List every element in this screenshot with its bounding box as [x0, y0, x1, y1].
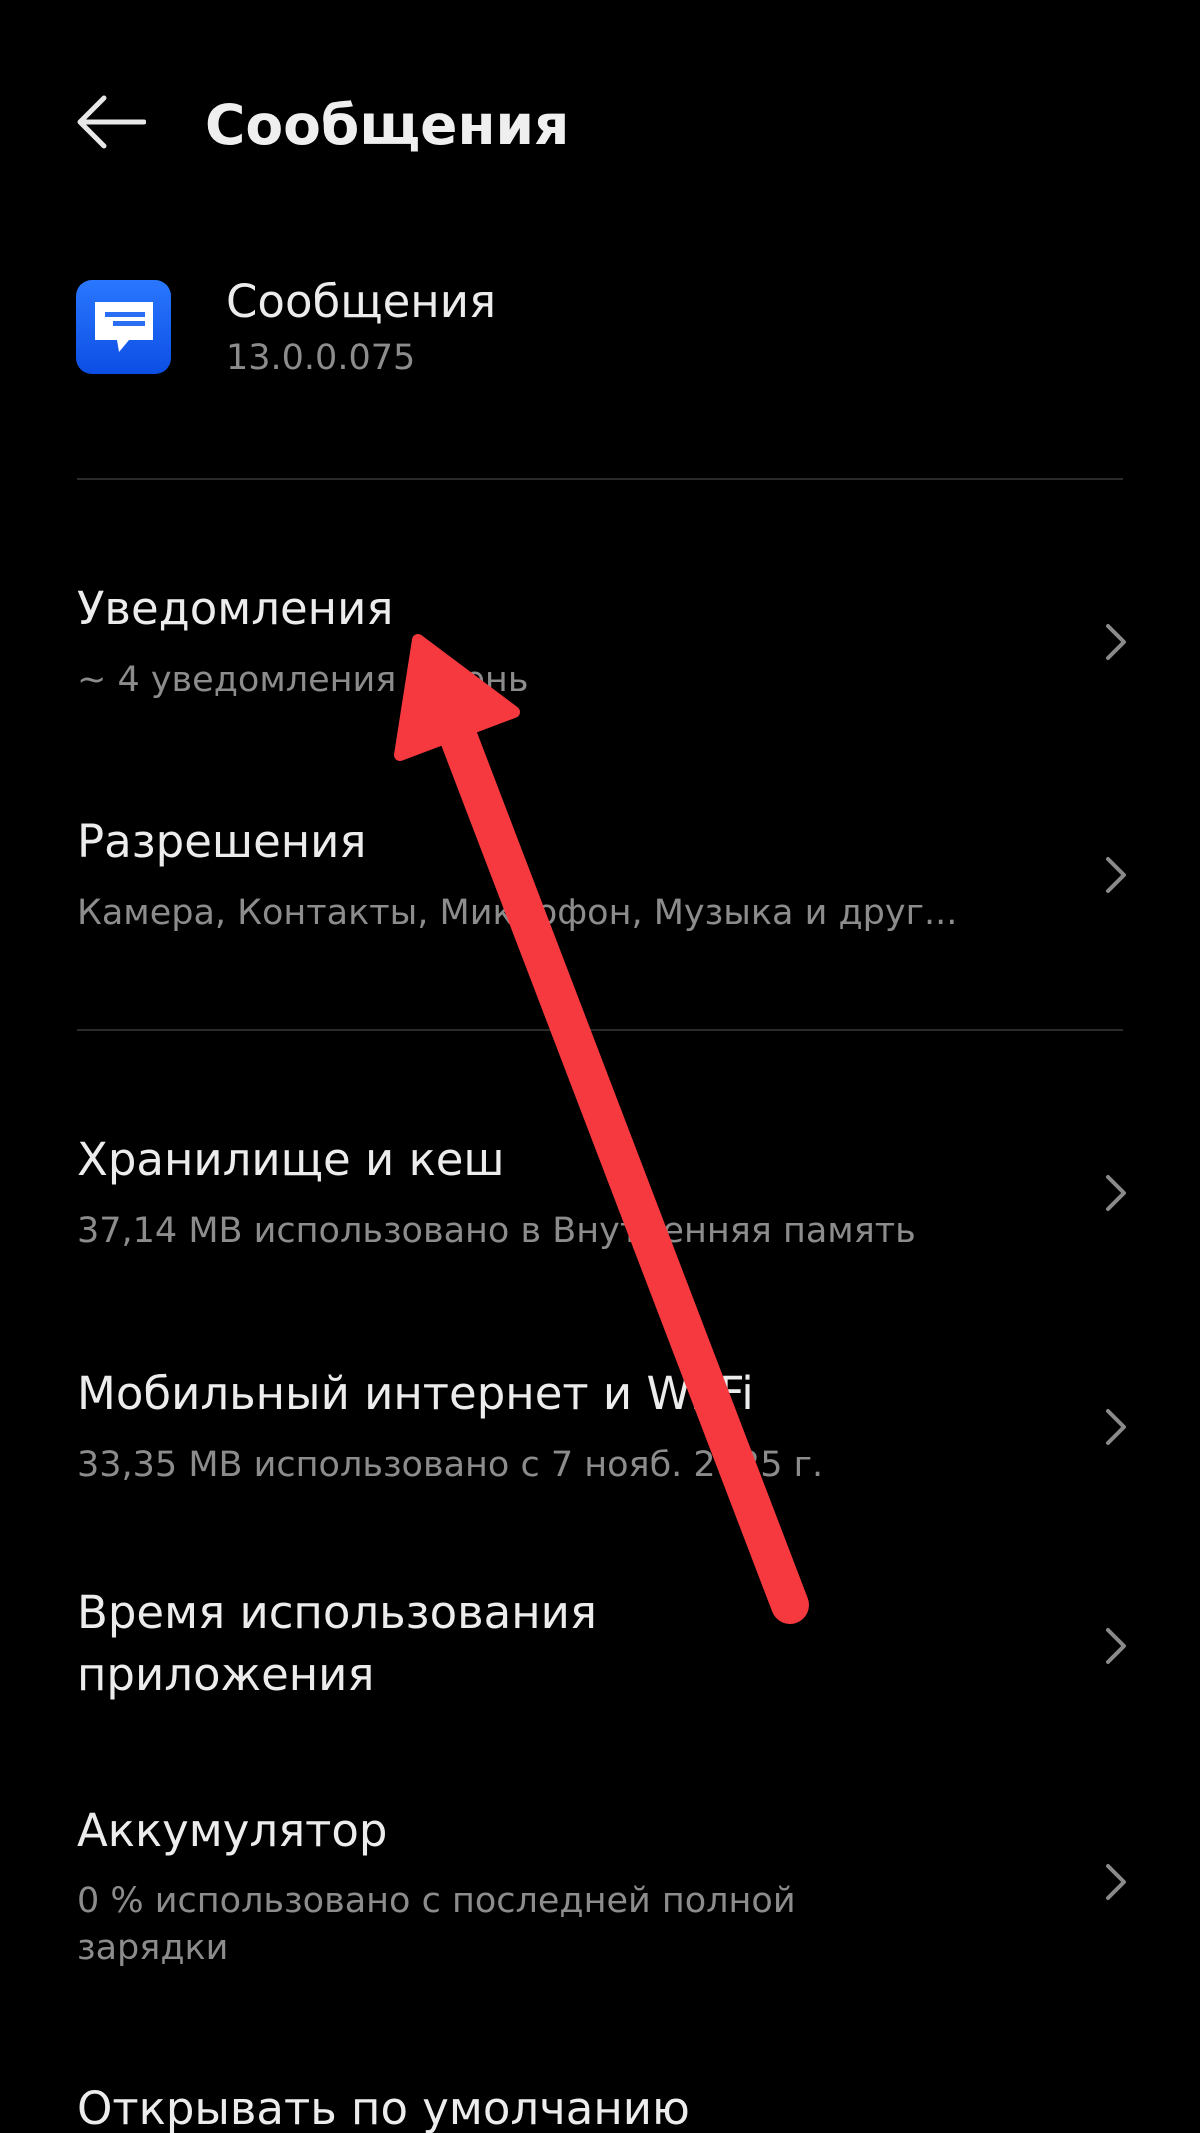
item-subtitle-line1: 0 % использовано с последней полной — [77, 1881, 796, 1921]
chevron-right-icon — [1100, 1405, 1132, 1449]
item-subtitle: 37,14 MB использовано в Внутренняя памят… — [77, 1211, 916, 1251]
item-title-line2: приложения — [77, 1648, 375, 1701]
settings-item-storage[interactable]: Хранилище и кеш 37,14 MB использовано в … — [0, 1121, 1200, 1261]
app-version: 13.0.0.075 — [226, 338, 416, 378]
item-subtitle-line2: зарядки — [77, 1928, 229, 1968]
item-subtitle: 33,35 MB использовано с 7 нояб. 2025 г. — [77, 1445, 824, 1485]
chevron-right-icon — [1100, 1171, 1132, 1215]
back-button[interactable] — [62, 80, 158, 164]
settings-item-notifications[interactable]: Уведомления ~ 4 уведомления в день — [0, 570, 1200, 710]
item-subtitle: ~ 4 уведомления в день — [77, 660, 529, 700]
chevron-right-icon — [1100, 1624, 1132, 1668]
settings-item-battery[interactable]: Аккумулятор 0 % использовано с последней… — [0, 1800, 1200, 1980]
chevron-right-icon — [1100, 620, 1132, 664]
item-title: Хранилище и кеш — [77, 1133, 505, 1186]
chevron-right-icon — [1100, 853, 1132, 897]
item-title: Разрешения — [77, 815, 367, 868]
item-title: Уведомления — [77, 582, 394, 635]
item-title: Открывать по умолчанию — [77, 2082, 690, 2133]
settings-item-open-by-default[interactable]: Открывать по умолчанию — [0, 2078, 1200, 2133]
back-arrow-icon — [77, 95, 146, 149]
item-subtitle: Камера, Контакты, Микрофон, Музыка и дру… — [77, 893, 958, 933]
page-title: Сообщения — [205, 93, 570, 157]
settings-item-usage-time[interactable]: Время использования приложения — [0, 1582, 1200, 1722]
settings-item-mobile-data[interactable]: Мобильный интернет и Wi-Fi 33,35 MB испо… — [0, 1355, 1200, 1495]
divider — [77, 1029, 1123, 1031]
app-info: Сообщения 13.0.0.075 — [0, 270, 1200, 410]
app-name: Сообщения — [226, 275, 497, 328]
item-title: Мобильный интернет и Wi-Fi — [77, 1367, 754, 1420]
item-title: Аккумулятор — [77, 1804, 388, 1857]
divider — [77, 478, 1123, 480]
chevron-right-icon — [1100, 1860, 1132, 1904]
item-title-line1: Время использования — [77, 1586, 597, 1639]
messages-app-icon — [76, 280, 171, 374]
top-bar: Сообщения — [0, 0, 1200, 250]
settings-item-permissions[interactable]: Разрешения Камера, Контакты, Микрофон, М… — [0, 803, 1200, 943]
